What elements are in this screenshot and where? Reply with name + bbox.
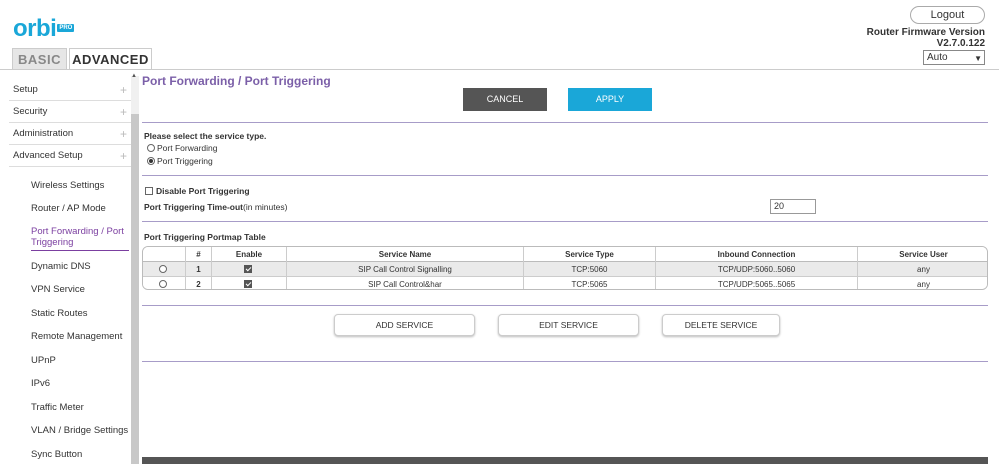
sidebar-item-label: Administration	[13, 128, 74, 139]
sidebar-item-label: Setup	[13, 84, 38, 95]
service-type: TCP:5065	[523, 277, 655, 289]
language-select-value: Auto	[927, 52, 948, 63]
radio-label: Port Triggering	[157, 156, 213, 166]
table-row[interactable]: 1 SIP Call Control Signalling TCP:5060 T…	[143, 262, 987, 277]
sidebar-subitem-static-routes[interactable]: Static Routes	[31, 308, 129, 319]
sidebar-subitem-remote-management[interactable]: Remote Management	[31, 331, 129, 342]
firmware-label: Router Firmware Version	[866, 27, 985, 38]
service-name: SIP Call Control&har	[286, 277, 523, 289]
divider	[142, 122, 988, 123]
logout-button[interactable]: Logout	[910, 6, 985, 24]
divider	[142, 305, 988, 306]
column-header: Service User	[857, 247, 987, 262]
table-header: # Enable Service Name Service Type Inbou…	[143, 247, 987, 262]
radio-port-triggering[interactable]: Port Triggering	[147, 156, 213, 166]
chevron-down-icon: ▼	[974, 54, 982, 63]
column-header: Enable	[211, 247, 286, 262]
apply-button[interactable]: APPLY	[568, 88, 652, 111]
edit-service-button[interactable]: EDIT SERVICE	[498, 314, 639, 336]
table-row[interactable]: 2 SIP Call Control&har TCP:5065 TCP/UDP:…	[143, 277, 987, 289]
row-enable-checkbox[interactable]	[243, 265, 252, 273]
sidebar-item-advanced-setup[interactable]: Advanced Setup +	[9, 145, 131, 167]
plus-icon: +	[119, 105, 127, 119]
header: orbi PRO BASIC ADVANCED Logout Router Fir…	[0, 0, 999, 70]
service-name: SIP Call Control Signalling	[286, 262, 523, 277]
service-type-prompt: Please select the service type.	[144, 131, 267, 141]
row-enable-cell	[211, 277, 286, 289]
sidebar-subitem-vpn-service[interactable]: VPN Service	[31, 284, 129, 295]
plus-icon: +	[119, 83, 127, 97]
sidebar-subitem-vlan-bridge[interactable]: VLAN / Bridge Settings	[31, 425, 129, 436]
service-user: any	[857, 262, 987, 277]
plus-icon: +	[119, 149, 127, 163]
row-select-cell	[143, 277, 185, 289]
divider	[142, 175, 988, 176]
sidebar-item-label: Security	[13, 106, 48, 117]
logo-badge: PRO	[57, 24, 75, 32]
sidebar-scroll-thumb[interactable]	[131, 114, 139, 464]
service-type: TCP:5060	[523, 262, 655, 277]
delete-service-button[interactable]: DELETE SERVICE	[662, 314, 780, 336]
sidebar-subitem-port-forwarding[interactable]: Port Forwarding / Port Triggering	[31, 226, 129, 251]
page-title: Port Forwarding / Port Triggering	[142, 74, 331, 88]
logo-text: orbi	[13, 15, 57, 42]
divider	[142, 361, 988, 362]
portmap-table: # Enable Service Name Service Type Inbou…	[142, 246, 988, 290]
radio-button[interactable]	[147, 157, 155, 165]
language-select[interactable]: Auto ▼	[923, 50, 985, 65]
scroll-up-icon[interactable]: ▲	[131, 73, 137, 79]
timeout-input[interactable]: 20	[770, 199, 816, 214]
row-select-radio[interactable]	[159, 265, 167, 273]
row-select-radio[interactable]	[159, 280, 167, 288]
checkbox-label: Disable Port Triggering	[156, 186, 250, 196]
column-header: Service Name	[286, 247, 523, 262]
timeout-label: Port Triggering Time-out(in minutes)	[144, 202, 287, 212]
row-number: 1	[185, 262, 211, 277]
sidebar-subitem-upnp[interactable]: UPnP	[31, 355, 129, 366]
column-header: Service Type	[523, 247, 655, 262]
row-enable-cell	[211, 262, 286, 277]
inbound-connection: TCP/UDP:5065..5065	[655, 277, 857, 289]
help-center-bar[interactable]	[142, 457, 988, 464]
cancel-button[interactable]: CANCEL	[463, 88, 547, 111]
sidebar-item-setup[interactable]: Setup +	[9, 79, 131, 101]
column-header: #	[185, 247, 211, 262]
table-title: Port Triggering Portmap Table	[144, 232, 266, 242]
timeout-label-text: Port Triggering Time-out	[144, 202, 244, 212]
orbi-logo: orbi PRO	[13, 15, 75, 43]
disable-port-triggering[interactable]: Disable Port Triggering	[145, 186, 250, 196]
radio-button[interactable]	[147, 144, 155, 152]
divider	[142, 221, 988, 222]
row-enable-checkbox[interactable]	[243, 280, 252, 288]
tab-advanced[interactable]: ADVANCED	[69, 48, 152, 70]
column-select	[143, 247, 185, 262]
column-header: Inbound Connection	[655, 247, 857, 262]
service-user: any	[857, 277, 987, 289]
sidebar: Setup + Security + Administration + Advance…	[0, 78, 140, 464]
inbound-connection: TCP/UDP:5060..5060	[655, 262, 857, 277]
sidebar-subitem-traffic-meter[interactable]: Traffic Meter	[31, 402, 129, 413]
radio-port-forwarding[interactable]: Port Forwarding	[147, 143, 217, 153]
sidebar-item-administration[interactable]: Administration +	[9, 123, 131, 145]
sidebar-item-label: Advanced Setup	[13, 150, 83, 161]
checkbox[interactable]	[145, 187, 153, 195]
row-select-cell	[143, 262, 185, 277]
sidebar-item-security[interactable]: Security +	[9, 101, 131, 123]
timeout-unit: (in minutes)	[243, 202, 288, 212]
sidebar-subitem-sync-button[interactable]: Sync Button	[31, 449, 129, 460]
sidebar-subitem-ipv6[interactable]: IPv6	[31, 378, 129, 389]
radio-label: Port Forwarding	[157, 143, 218, 153]
sidebar-subitem-router-ap-mode[interactable]: Router / AP Mode	[31, 203, 129, 214]
tab-basic[interactable]: BASIC	[12, 48, 67, 70]
sidebar-subitem-wireless-settings[interactable]: Wireless Settings	[31, 180, 129, 191]
add-service-button[interactable]: ADD SERVICE	[334, 314, 475, 336]
sidebar-subitem-dynamic-dns[interactable]: Dynamic DNS	[31, 261, 129, 272]
plus-icon: +	[119, 127, 127, 141]
header-divider	[0, 69, 999, 70]
row-number: 2	[185, 277, 211, 289]
firmware-version: V2.7.0.122	[936, 38, 985, 49]
